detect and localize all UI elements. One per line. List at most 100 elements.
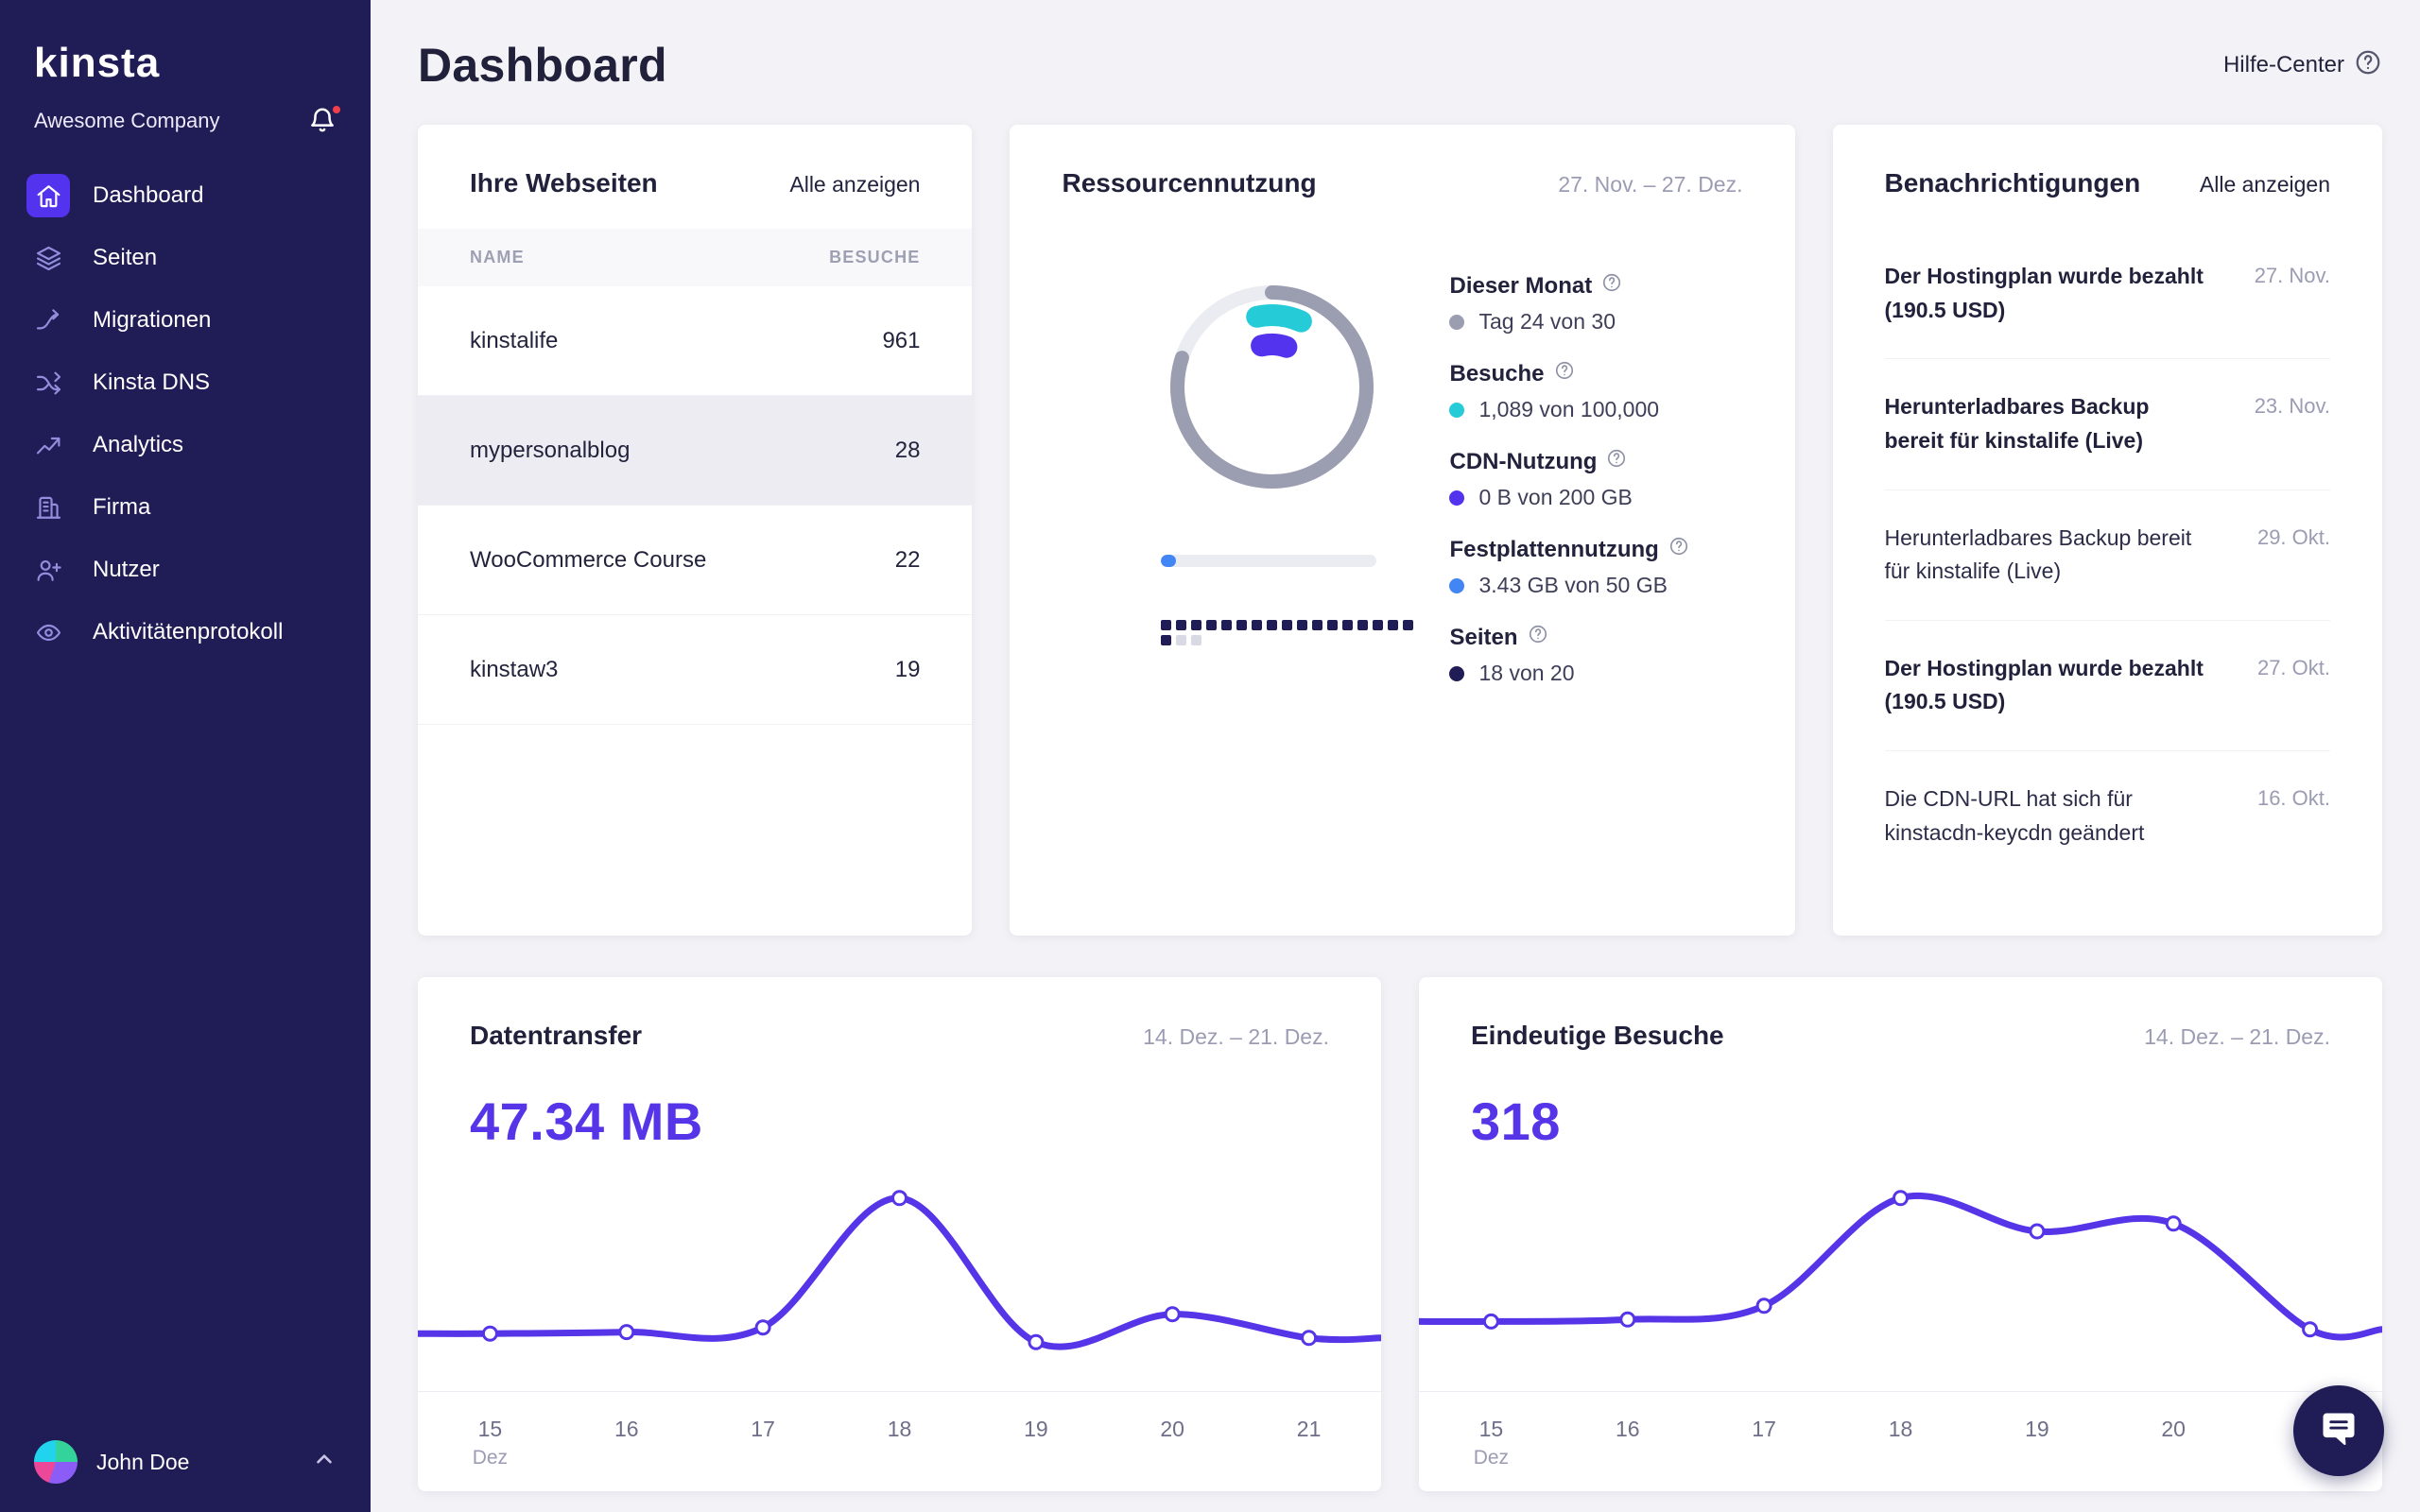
- notifications-bell-icon[interactable]: [308, 106, 338, 136]
- legend-label: Festplattennutzung: [1449, 537, 1658, 563]
- x-axis-tick: 18: [888, 1417, 912, 1442]
- resource-usage-donut-chart: [1161, 276, 1383, 498]
- data-transfer-date-range: 14. Dez. – 21. Dez.: [1143, 1024, 1329, 1050]
- resources-card: Ressourcennutzung 27. Nov. – 27. Dez. Di…: [1010, 125, 1794, 936]
- app-root: kinsta Awesome Company Dashboard Seiten Mi…: [0, 0, 2420, 1512]
- site-visits: 28: [895, 438, 921, 464]
- info-icon[interactable]: [1601, 272, 1622, 300]
- legend-item-festplattennutzung: Festplattennutzung 3.43 GB von 50 GB: [1449, 536, 1742, 598]
- notification-text: Der Hostingplan wurde bezahlt (190.5 USD…: [1885, 260, 2205, 327]
- company-row: Awesome Company: [0, 94, 371, 164]
- sidebar-item-aktivitätenprotokoll[interactable]: Aktivitätenprotokoll: [0, 601, 371, 663]
- kinsta-logo: kinsta: [0, 0, 371, 94]
- websites-card: Ihre Webseiten Alle anzeigen NAME BESUCH…: [418, 125, 972, 936]
- chevron-up-icon: [312, 1448, 337, 1477]
- table-row[interactable]: kinstaw319: [418, 615, 972, 725]
- legend-label: Dieser Monat: [1449, 273, 1592, 300]
- x-axis-tick: 18: [1889, 1417, 1913, 1442]
- notification-item[interactable]: Der Hostingplan wurde bezahlt (190.5 USD…: [1885, 229, 2331, 359]
- info-icon[interactable]: [1554, 360, 1575, 387]
- sidebar-item-label: Migrationen: [93, 307, 211, 334]
- x-axis-month-label: Dez: [1474, 1447, 1509, 1469]
- sidebar-item-nutzer[interactable]: Nutzer: [0, 539, 371, 601]
- notifications-card-title: Benachrichtigungen: [1885, 168, 2141, 198]
- notifications-view-all-link[interactable]: Alle anzeigen: [2200, 172, 2330, 198]
- analytics-icon: [26, 423, 70, 467]
- sidebar-item-seiten[interactable]: Seiten: [0, 227, 371, 289]
- data-transfer-title: Datentransfer: [470, 1021, 642, 1051]
- notification-text: Herunterladbares Backup bereit für kinst…: [1885, 522, 2205, 589]
- websites-table-body: kinstalife961mypersonalblog28WooCommerce…: [418, 286, 972, 725]
- help-question-icon: [2354, 48, 2382, 83]
- sidebar-item-label: Aktivitätenprotokoll: [93, 619, 283, 645]
- migration-arrow-icon: [26, 299, 70, 342]
- page-square: [1176, 620, 1186, 630]
- sidebar-item-label: Dashboard: [93, 182, 203, 209]
- page-square: [1297, 620, 1307, 630]
- sidebar-item-firma[interactable]: Firma: [0, 476, 371, 539]
- notification-date: 23. Nov.: [2251, 390, 2330, 457]
- disk-usage-fill: [1161, 555, 1176, 567]
- notification-date: 27. Okt.: [2251, 652, 2330, 719]
- x-axis-tick: 15Dez: [473, 1417, 508, 1469]
- sidebar-item-kinsta-dns[interactable]: Kinsta DNS: [0, 352, 371, 414]
- legend-item-cdn-nutzung: CDN-Nutzung0 B von 200 GB: [1449, 448, 1742, 510]
- page-square: [1357, 620, 1368, 630]
- table-row[interactable]: kinstalife961: [418, 286, 972, 396]
- x-axis-tick: 15Dez: [1474, 1417, 1509, 1469]
- notifications-list: Der Hostingplan wurde bezahlt (190.5 USD…: [1833, 229, 2383, 881]
- info-icon[interactable]: [1668, 536, 1689, 563]
- dns-icon: [26, 361, 70, 404]
- data-transfer-chart: 15Dez161718192021: [418, 1177, 1381, 1477]
- page-square: [1327, 620, 1338, 630]
- top-row: Ihre Webseiten Alle anzeigen NAME BESUCH…: [418, 125, 2382, 936]
- main-content: Dashboard Hilfe-Center Ihre Webseiten Al…: [371, 0, 2420, 1512]
- legend-value: 1,089 von 100,000: [1478, 397, 1659, 422]
- activity-eye-icon: [26, 610, 70, 654]
- legend-value: Tag 24 von 30: [1478, 309, 1616, 335]
- legend-label: Seiten: [1449, 625, 1517, 651]
- data-transfer-card: Datentransfer 14. Dez. – 21. Dez. 47.34 …: [418, 977, 1381, 1491]
- bottom-row: Datentransfer 14. Dez. – 21. Dez. 47.34 …: [418, 977, 2382, 1491]
- table-row[interactable]: WooCommerce Course22: [418, 506, 972, 615]
- resources-legend: Dieser MonatTag 24 von 30Besuche1,089 vo…: [1449, 229, 1742, 712]
- x-axis-tick: 19: [1024, 1417, 1048, 1442]
- page-square: [1312, 620, 1322, 630]
- websites-table-header: NAME BESUCHE: [418, 229, 972, 286]
- site-visits: 961: [882, 328, 920, 354]
- page-square: [1191, 620, 1201, 630]
- legend-dot: [1449, 578, 1464, 593]
- notification-item[interactable]: Herunterladbares Backup bereit für kinst…: [1885, 490, 2331, 621]
- unique-visits-card: Eindeutige Besuche 14. Dez. – 21. Dez. 3…: [1419, 977, 2382, 1491]
- notifications-card: Benachrichtigungen Alle anzeigen Der Hos…: [1833, 125, 2383, 936]
- websites-view-all-link[interactable]: Alle anzeigen: [789, 172, 920, 198]
- x-axis-tick: 17: [751, 1417, 775, 1442]
- legend-item-seiten: Seiten18 von 20: [1449, 624, 1742, 686]
- sidebar-item-dashboard[interactable]: Dashboard: [0, 164, 371, 227]
- home-icon: [26, 174, 70, 217]
- site-name: kinstaw3: [470, 657, 558, 683]
- chat-widget-button[interactable]: [2293, 1385, 2384, 1476]
- chat-bubble-icon: [2318, 1408, 2360, 1454]
- notification-item[interactable]: Der Hostingplan wurde bezahlt (190.5 USD…: [1885, 621, 2331, 751]
- sidebar-item-migrationen[interactable]: Migrationen: [0, 289, 371, 352]
- legend-dot: [1449, 403, 1464, 418]
- x-axis-tick: 17: [1752, 1417, 1776, 1442]
- page-square: [1373, 620, 1383, 630]
- site-name: WooCommerce Course: [470, 547, 706, 574]
- disk-usage-bar: [1161, 555, 1376, 567]
- table-row[interactable]: mypersonalblog28: [418, 396, 972, 506]
- notification-item[interactable]: Die CDN-URL hat sich für kinstacdn-keycd…: [1885, 751, 2331, 881]
- notification-item[interactable]: Herunterladbares Backup bereit für kinst…: [1885, 359, 2331, 490]
- sidebar-item-analytics[interactable]: Analytics: [0, 414, 371, 476]
- info-icon[interactable]: [1606, 448, 1627, 475]
- topbar: Dashboard Hilfe-Center: [418, 38, 2382, 93]
- legend-value: 3.43 GB von 50 GB: [1478, 573, 1667, 598]
- help-center-link[interactable]: Hilfe-Center: [2223, 48, 2382, 83]
- x-axis-tick: 20: [2161, 1417, 2186, 1442]
- x-axis-tick: 20: [1160, 1417, 1184, 1442]
- unique-visits-date-range: 14. Dez. – 21. Dez.: [2144, 1024, 2330, 1050]
- company-name: Awesome Company: [34, 109, 219, 133]
- info-icon[interactable]: [1528, 624, 1548, 651]
- user-menu[interactable]: John Doe: [0, 1412, 371, 1512]
